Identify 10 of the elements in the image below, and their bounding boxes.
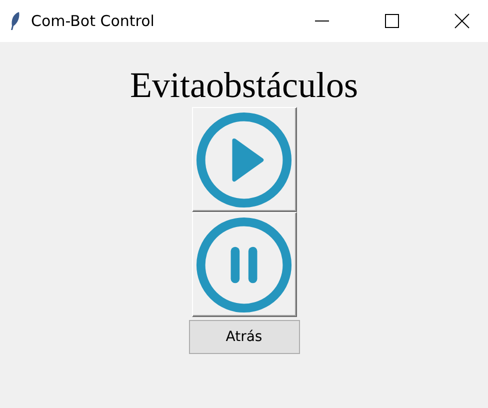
close-icon[interactable] bbox=[454, 13, 470, 29]
back-button[interactable]: Atrás bbox=[188, 320, 300, 354]
pause-icon bbox=[195, 216, 293, 314]
heading: Evitaobstáculos bbox=[130, 64, 358, 106]
play-button[interactable] bbox=[192, 107, 296, 212]
play-icon bbox=[195, 110, 293, 208]
pause-button[interactable] bbox=[192, 212, 296, 317]
maximize-icon[interactable] bbox=[384, 13, 400, 29]
window-title: Com-Bot Control bbox=[31, 12, 154, 30]
feather-icon bbox=[9, 11, 21, 31]
